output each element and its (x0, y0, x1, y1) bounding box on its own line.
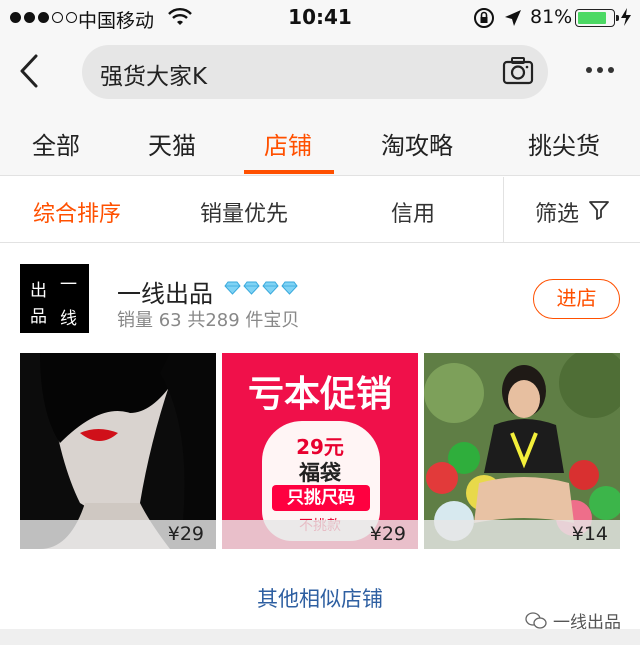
category-tabs: 全部 天猫 店铺 淘攻略 挑尖货 (0, 110, 640, 176)
bag-tag: 只挑尺码 (272, 485, 370, 511)
tab-top-picks[interactable]: 挑尖货 (528, 126, 600, 161)
diamond-icon (243, 281, 260, 295)
tab-all[interactable]: 全部 (32, 126, 80, 161)
shop-stats: 销量 63 共289 件宝贝 (117, 310, 300, 331)
tab-shops[interactable]: 店铺 (264, 126, 312, 161)
product-price: ¥29 (20, 520, 216, 549)
active-tab-indicator (244, 170, 334, 174)
camera-icon[interactable] (502, 56, 534, 90)
product-price: ¥14 (424, 520, 620, 549)
sort-comprehensive[interactable]: 综合排序 (33, 196, 121, 228)
section-divider (0, 629, 640, 645)
tab-guides[interactable]: 淘攻略 (381, 126, 453, 161)
sort-sales[interactable]: 销量优先 (200, 196, 288, 228)
diamond-icon (262, 281, 279, 295)
sort-bar: 综合排序 销量优先 信用 筛选 (0, 177, 640, 243)
diamond-icon (281, 281, 298, 295)
search-header: 强货大家K (0, 36, 640, 110)
enter-shop-button[interactable]: 进店 (533, 279, 620, 319)
tab-tmall[interactable]: 天猫 (148, 126, 196, 161)
product-thumbnail[interactable]: 亏本促销 29元 福袋 只挑尺码 不挑款 ¥29 (222, 353, 418, 549)
sort-credit[interactable]: 信用 (391, 196, 435, 228)
battery-level (578, 12, 606, 24)
product-thumbnail[interactable]: ¥29 (20, 353, 216, 549)
wechat-icon (525, 611, 547, 629)
battery-percentage: 81% (530, 6, 573, 28)
diamond-icon (224, 281, 241, 295)
status-bar: 中国移动 10:41 81% (0, 0, 640, 36)
divider (503, 177, 504, 243)
battery-icon (575, 9, 619, 27)
back-icon[interactable] (18, 53, 40, 93)
charging-bolt-icon (620, 7, 632, 32)
filter-icon[interactable] (589, 200, 609, 224)
product-price: ¥29 (222, 520, 418, 549)
search-input[interactable]: 强货大家K (82, 45, 548, 99)
credit-diamonds (224, 281, 298, 295)
bag-price: 29元 (296, 435, 344, 459)
product-thumbnail[interactable]: ¥14 (424, 353, 620, 549)
shop-logo[interactable]: 出 一 品 线 (20, 264, 89, 333)
filter-button[interactable]: 筛选 (535, 196, 579, 228)
promo-title: 亏本促销 (247, 374, 392, 415)
more-icon[interactable] (586, 67, 614, 73)
location-arrow-icon (503, 8, 523, 33)
shop-name[interactable]: 一线出品 (117, 274, 213, 309)
bag-name: 福袋 (299, 461, 341, 485)
search-query: 强货大家K (100, 64, 208, 90)
shop-card[interactable]: 出 一 品 线 一线出品 销量 63 共289 件宝贝 进店 ¥29 亏本促销 … (0, 244, 640, 633)
rotation-lock-icon (473, 7, 495, 34)
